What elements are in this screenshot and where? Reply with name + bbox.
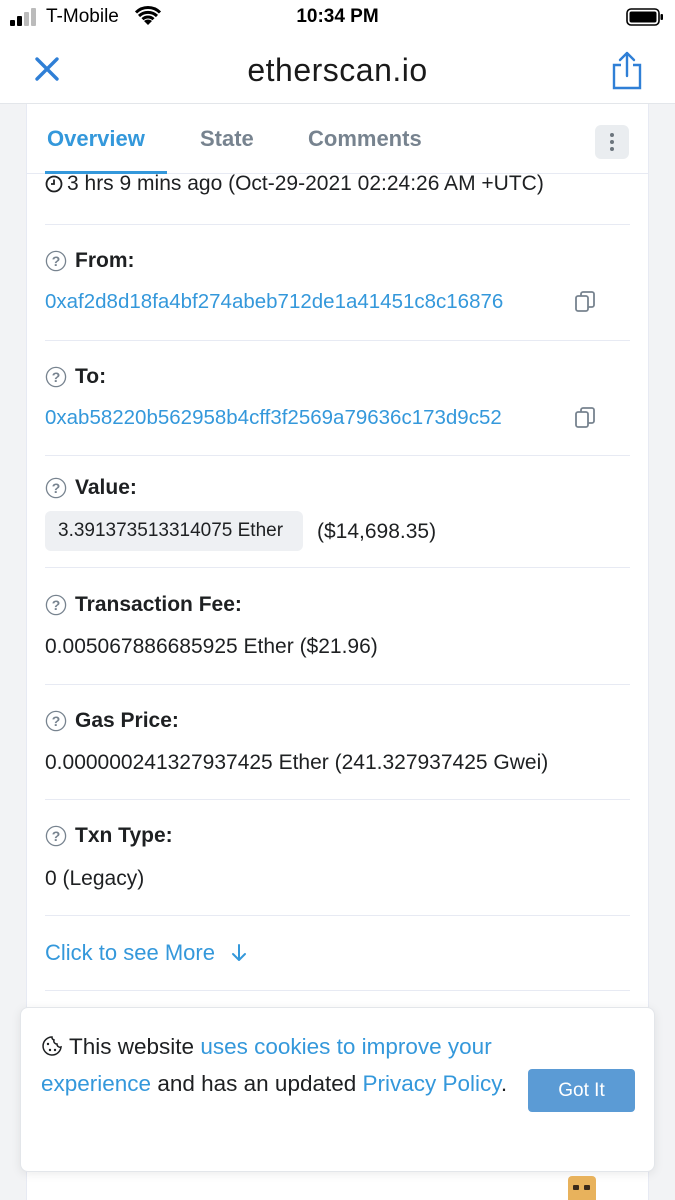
share-icon[interactable] (610, 50, 644, 90)
help-icon[interactable]: ? (45, 594, 67, 616)
privacy-policy-link[interactable]: Privacy Policy (363, 1071, 501, 1096)
mascot-icon (568, 1176, 596, 1200)
divider (45, 799, 630, 800)
tab-bar: Overview State Comments (27, 104, 648, 174)
cookie-banner: This website uses cookies to improve you… (20, 1007, 655, 1172)
divider (45, 567, 630, 568)
to-address-link[interactable]: 0xab58220b562958b4cff3f2569a79636c173d9c… (45, 406, 502, 430)
browser-header: etherscan.io (0, 36, 675, 104)
value-ether-badge: 3.391373513314075 Ether (45, 511, 303, 551)
copy-icon[interactable] (573, 290, 597, 314)
to-label: ? To: (45, 365, 106, 389)
timestamp-text: 3 hrs 9 mins ago (Oct-29-2021 02:24:26 A… (67, 174, 544, 195)
help-icon[interactable]: ? (45, 366, 67, 388)
timestamp-row: 3 hrs 9 mins ago (Oct-29-2021 02:24:26 A… (45, 174, 635, 198)
divider (45, 340, 630, 341)
cookie-message: This website uses cookies to improve you… (41, 1034, 508, 1096)
from-label: ? From: (45, 249, 135, 273)
txn-type-value: 0 (Legacy) (45, 867, 145, 890)
fee-label: ? Transaction Fee: (45, 593, 242, 617)
value-usd: ($14,698.35) (317, 520, 437, 543)
help-icon[interactable]: ? (45, 710, 67, 732)
fee-value: 0.005067886685925 Ether ($21.96) (45, 635, 378, 658)
svg-text:?: ? (52, 480, 61, 496)
divider (45, 990, 630, 991)
gas-price-value: 0.000000241327937425 Ether (241.32793742… (45, 751, 549, 774)
help-icon[interactable]: ? (45, 477, 67, 499)
tab-state[interactable]: State (200, 126, 254, 152)
help-icon[interactable]: ? (45, 825, 67, 847)
txn-type-label: ? Txn Type: (45, 824, 173, 848)
svg-text:?: ? (52, 369, 61, 385)
tab-comments[interactable]: Comments (308, 126, 422, 152)
got-it-button[interactable]: Got It (528, 1069, 635, 1112)
divider (45, 915, 630, 916)
site-title: etherscan.io (247, 52, 428, 88)
divider (45, 455, 630, 456)
svg-text:?: ? (52, 828, 61, 844)
tab-overview[interactable]: Overview (47, 126, 145, 152)
status-bar: T-Mobile 10:34 PM (0, 0, 675, 36)
svg-text:?: ? (52, 597, 61, 613)
value-label: ? Value: (45, 476, 137, 500)
battery-icon (626, 8, 663, 26)
from-address-link[interactable]: 0xaf2d8d18fa4bf274abeb712de1a41451c8c168… (45, 290, 503, 314)
cookie-icon (42, 1036, 62, 1056)
more-options-button[interactable] (595, 125, 629, 159)
divider (45, 224, 630, 225)
arrow-down-icon (231, 944, 246, 961)
help-icon[interactable]: ? (45, 250, 67, 272)
svg-text:?: ? (52, 253, 61, 269)
clock-icon (45, 175, 63, 193)
see-more-link[interactable]: Click to see More (45, 940, 247, 966)
clock: 10:34 PM (296, 6, 379, 27)
gas-price-label: ? Gas Price: (45, 709, 179, 733)
svg-text:?: ? (52, 713, 61, 729)
copy-icon[interactable] (573, 406, 597, 430)
divider (45, 684, 630, 685)
